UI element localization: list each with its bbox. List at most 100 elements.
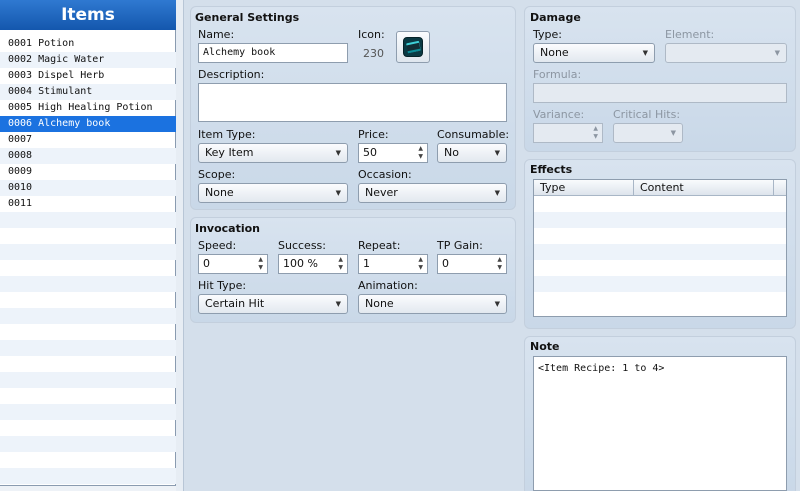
list-item[interactable] <box>0 404 176 420</box>
spinner-arrows-icon[interactable]: ▲ ▼ <box>338 256 343 272</box>
formula-field[interactable] <box>533 83 787 103</box>
success-value: 100 % <box>283 257 318 270</box>
list-item[interactable] <box>0 340 176 356</box>
occasion-dropdown[interactable]: Never ▼ <box>358 183 507 203</box>
spinner-arrows-icon[interactable]: ▲ ▼ <box>418 145 423 161</box>
tp-gain-spinner[interactable]: 0 ▲ ▼ <box>437 254 507 274</box>
description-label: Description: <box>198 68 265 81</box>
effects-title: Effects <box>530 163 573 176</box>
price-value: 50 <box>363 146 377 159</box>
list-item[interactable] <box>0 372 176 388</box>
list-item[interactable]: 0007 <box>0 132 176 148</box>
note-textarea[interactable]: <Item Recipe: 1 to 4> <box>533 356 787 491</box>
list-item[interactable] <box>0 388 176 404</box>
element-dropdown[interactable]: ▼ <box>665 43 787 63</box>
icon-label: Icon: <box>358 28 385 41</box>
repeat-value: 1 <box>363 257 370 270</box>
chevron-down-icon: ▼ <box>494 149 500 157</box>
list-item[interactable]: 0001 Potion <box>0 36 176 52</box>
repeat-spinner[interactable]: 1 ▲ ▼ <box>358 254 428 274</box>
item-list-title: Items <box>0 0 176 30</box>
list-item[interactable] <box>0 436 176 452</box>
table-row[interactable] <box>534 292 786 308</box>
variance-spinner[interactable]: ▲ ▼ <box>533 123 603 143</box>
scope-label: Scope: <box>198 168 236 181</box>
chevron-down-icon: ▼ <box>335 189 341 197</box>
effects-column-content[interactable]: Content <box>634 180 774 196</box>
list-item[interactable]: 0009 <box>0 164 176 180</box>
table-row[interactable] <box>534 276 786 292</box>
tp-gain-label: TP Gain: <box>437 239 483 252</box>
list-scrollbar[interactable] <box>0 485 176 491</box>
price-label: Price: <box>358 128 389 141</box>
list-item[interactable] <box>0 420 176 436</box>
success-label: Success: <box>278 239 326 252</box>
animation-label: Animation: <box>358 279 418 292</box>
icon-index: 230 <box>363 47 384 60</box>
chevron-down-icon: ▼ <box>670 129 676 137</box>
hit-type-value: Certain Hit <box>205 297 265 310</box>
consumable-dropdown[interactable]: No ▼ <box>437 143 507 163</box>
damage-type-label: Type: <box>533 28 562 41</box>
spinner-arrows-icon[interactable]: ▲ ▼ <box>258 256 263 272</box>
list-item[interactable]: 0011 <box>0 196 176 212</box>
list-item[interactable] <box>0 452 176 468</box>
chevron-down-icon: ▼ <box>642 49 648 57</box>
item-type-dropdown[interactable]: Key Item ▼ <box>198 143 348 163</box>
scope-dropdown[interactable]: None ▼ <box>198 183 348 203</box>
success-spinner[interactable]: 100 % ▲ ▼ <box>278 254 348 274</box>
list-item[interactable] <box>0 260 176 276</box>
name-field[interactable]: Alchemy book <box>198 43 348 63</box>
chevron-down-icon: ▼ <box>335 300 341 308</box>
critical-hits-label: Critical Hits: <box>613 108 681 121</box>
list-item[interactable] <box>0 244 176 260</box>
list-item[interactable]: 0008 <box>0 148 176 164</box>
list-item[interactable] <box>0 292 176 308</box>
critical-hits-dropdown[interactable]: ▼ <box>613 123 683 143</box>
variance-label: Variance: <box>533 108 585 121</box>
scope-value: None <box>205 186 234 199</box>
spinner-arrows-icon[interactable]: ▲ ▼ <box>497 256 502 272</box>
list-item[interactable]: 0002 Magic Water <box>0 52 176 68</box>
effects-column-type[interactable]: Type <box>534 180 634 196</box>
repeat-label: Repeat: <box>358 239 401 252</box>
damage-type-dropdown[interactable]: None ▼ <box>533 43 655 63</box>
list-item[interactable] <box>0 308 176 324</box>
formula-label: Formula: <box>533 68 582 81</box>
panel-splitter[interactable] <box>176 0 184 491</box>
speed-spinner[interactable]: 0 ▲ ▼ <box>198 254 268 274</box>
list-item[interactable]: 0006 Alchemy book <box>0 116 176 132</box>
list-item[interactable] <box>0 228 176 244</box>
table-row[interactable] <box>534 212 786 228</box>
table-row[interactable] <box>534 244 786 260</box>
table-row[interactable] <box>534 260 786 276</box>
damage-title: Damage <box>530 11 581 24</box>
icon-picker-button[interactable] <box>396 31 430 63</box>
list-item[interactable] <box>0 276 176 292</box>
hit-type-dropdown[interactable]: Certain Hit ▼ <box>198 294 348 314</box>
list-item[interactable]: 0005 High Healing Potion <box>0 100 176 116</box>
list-item[interactable] <box>0 356 176 372</box>
list-item[interactable] <box>0 212 176 228</box>
price-spinner[interactable]: 50 ▲ ▼ <box>358 143 428 163</box>
list-item[interactable] <box>0 324 176 340</box>
list-item[interactable]: 0003 Dispel Herb <box>0 68 176 84</box>
general-settings-title: General Settings <box>195 11 300 24</box>
hit-type-label: Hit Type: <box>198 279 247 292</box>
occasion-value: Never <box>365 186 398 199</box>
table-row[interactable] <box>534 196 786 212</box>
item-type-label: Item Type: <box>198 128 256 141</box>
list-item[interactable]: 0004 Stimulant <box>0 84 176 100</box>
animation-dropdown[interactable]: None ▼ <box>358 294 507 314</box>
list-item[interactable]: 0010 <box>0 180 176 196</box>
name-label: Name: <box>198 28 235 41</box>
effects-table[interactable]: Type Content <box>533 179 787 317</box>
list-item[interactable] <box>0 468 176 484</box>
note-title: Note <box>530 340 560 353</box>
spinner-arrows-icon[interactable]: ▲ ▼ <box>418 256 423 272</box>
spinner-arrows-icon[interactable]: ▲ ▼ <box>593 125 598 141</box>
description-field[interactable] <box>198 83 507 122</box>
element-label: Element: <box>665 28 715 41</box>
table-row[interactable] <box>534 228 786 244</box>
consumable-value: No <box>444 146 459 159</box>
